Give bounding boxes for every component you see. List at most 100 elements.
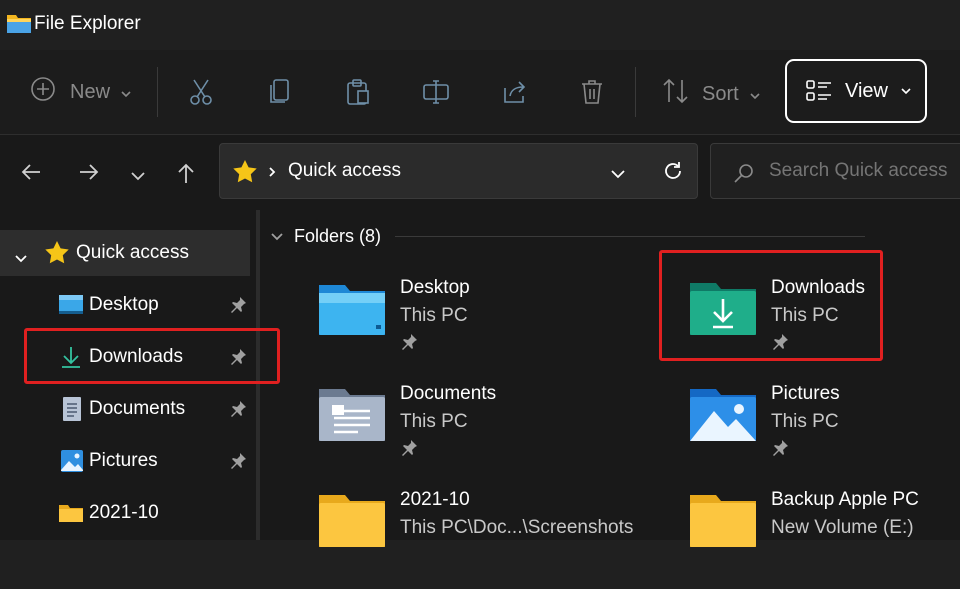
folder-location: This PC <box>771 411 839 432</box>
pin-icon <box>771 333 789 356</box>
folder-name: Downloads <box>771 277 865 298</box>
document-icon <box>62 396 82 428</box>
share-icon <box>504 81 526 103</box>
folder-name: Pictures <box>771 383 840 404</box>
back-arrow-icon[interactable] <box>20 163 42 186</box>
view-label: View <box>845 79 888 102</box>
desktop-folder-icon <box>318 275 386 340</box>
folder-location: This PC\Doc...\Screenshots <box>400 517 634 538</box>
folder-tile-desktop[interactable]: Desktop This PC <box>318 277 618 377</box>
star-icon <box>232 159 258 188</box>
sidebar-item-label: Downloads <box>89 346 183 367</box>
sidebar-item-documents[interactable]: Documents <box>0 386 250 432</box>
address-dropdown-chevron-icon[interactable] <box>610 166 626 184</box>
recent-locations-chevron-icon[interactable] <box>130 168 146 186</box>
folder-tile-backup-apple-pc[interactable]: Backup Apple PC New Volume (E:) <box>689 489 960 589</box>
folder-icon <box>689 487 757 552</box>
trash-icon <box>582 80 602 104</box>
refresh-icon[interactable] <box>662 160 684 187</box>
downloads-folder-icon <box>689 275 757 340</box>
collapse-chevron-icon <box>270 232 284 242</box>
expand-chevron-icon[interactable] <box>14 248 28 270</box>
copy-button[interactable] <box>268 78 292 106</box>
sidebar-item-desktop[interactable]: Desktop <box>0 282 250 328</box>
folder-icon <box>58 503 84 529</box>
paste-button[interactable] <box>345 78 371 106</box>
sort-label: Sort <box>702 82 739 105</box>
group-header-folders[interactable]: Folders (8) <box>270 226 866 247</box>
share-button[interactable] <box>501 78 529 106</box>
sidebar-item-pictures[interactable]: Pictures <box>0 438 250 484</box>
pin-icon <box>229 348 247 372</box>
chevron-down-icon <box>749 83 761 106</box>
folder-icon <box>318 487 386 552</box>
download-arrow-icon <box>60 345 82 375</box>
folder-name: Documents <box>400 383 497 404</box>
title-bar <box>0 0 960 50</box>
forward-arrow-icon[interactable] <box>78 163 100 186</box>
pin-icon <box>400 333 418 356</box>
pin-icon <box>229 452 247 476</box>
group-label: Folders (8) <box>294 226 382 246</box>
sidebar-item-downloads[interactable]: Downloads <box>0 334 250 380</box>
search-icon <box>733 162 755 189</box>
folder-location: This PC <box>400 411 468 432</box>
pin-icon <box>400 439 418 462</box>
cut-button[interactable] <box>188 78 214 106</box>
view-button[interactable]: View <box>785 59 927 123</box>
address-bar[interactable]: Quick access <box>219 143 698 199</box>
pin-icon <box>229 400 247 424</box>
delete-button[interactable] <box>580 78 604 106</box>
toolbar-separator <box>157 67 158 117</box>
sidebar-item-2021-10[interactable]: 2021-10 <box>0 490 250 536</box>
navigation-bar: Quick access <box>0 135 960 210</box>
sidebar-item-label: Quick access <box>76 242 189 263</box>
folder-location: New Volume (E:) <box>771 517 914 538</box>
folder-location: This PC <box>400 305 468 326</box>
folder-tile-downloads[interactable]: Downloads This PC <box>689 277 960 377</box>
window-title: File Explorer <box>34 13 141 34</box>
new-button[interactable]: New <box>30 76 132 108</box>
view-layout-icon <box>805 79 833 103</box>
copy-icon <box>270 79 289 103</box>
breadcrumb-chevron-icon <box>268 165 276 183</box>
sort-arrows-icon <box>662 78 690 110</box>
sidebar-item-label: Documents <box>89 398 186 419</box>
pin-icon <box>771 439 789 462</box>
pin-icon <box>229 296 247 320</box>
sidebar-item-label: 2021-10 <box>89 502 159 523</box>
sort-button[interactable]: Sort <box>662 78 761 110</box>
rename-button[interactable] <box>422 78 450 106</box>
folder-location: This PC <box>771 305 839 326</box>
rename-icon <box>423 80 449 104</box>
folder-name: Desktop <box>400 277 470 298</box>
pictures-icon <box>60 449 84 479</box>
sidebar-item-quick-access[interactable]: Quick access <box>0 230 250 276</box>
chevron-down-icon <box>120 81 132 104</box>
command-bar: New Sort View <box>0 50 960 135</box>
chevron-down-icon <box>900 87 912 95</box>
documents-folder-icon <box>318 381 386 446</box>
folder-name: 2021-10 <box>400 489 470 510</box>
up-arrow-icon[interactable] <box>177 162 195 189</box>
sidebar-item-label: Pictures <box>89 450 158 471</box>
scissors-icon <box>190 79 212 105</box>
folder-tile-pictures[interactable]: Pictures This PC <box>689 383 960 483</box>
desktop-icon <box>58 294 84 322</box>
folder-tile-documents[interactable]: Documents This PC <box>318 383 618 483</box>
pictures-folder-icon <box>689 381 757 446</box>
folder-name: Backup Apple PC <box>771 489 919 510</box>
folder-tile-2021-10[interactable]: 2021-10 This PC\Doc...\Screenshots <box>318 487 633 589</box>
file-explorer-app-icon <box>6 12 32 39</box>
clipboard-icon <box>347 79 369 105</box>
search-box[interactable] <box>710 143 960 199</box>
search-input[interactable] <box>769 158 960 184</box>
star-icon <box>44 240 70 270</box>
navigation-pane: Quick access Desktop Downloads Documents <box>0 210 256 540</box>
breadcrumb-quick-access[interactable]: Quick access <box>288 160 401 182</box>
new-label: New <box>70 80 111 103</box>
group-divider <box>395 236 866 237</box>
plus-circle-icon <box>30 76 56 108</box>
sidebar-item-label: Desktop <box>89 294 159 315</box>
toolbar-separator <box>635 67 636 117</box>
